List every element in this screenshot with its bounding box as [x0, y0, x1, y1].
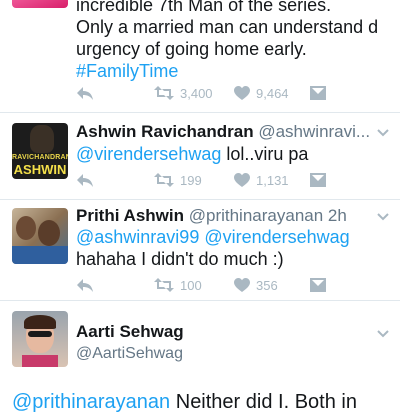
tweet-text: @prithinarayanan Neither did I. Both in: [12, 391, 357, 413]
reply-button[interactable]: [76, 170, 94, 190]
tweet-text: @ashwinravi99 @virendersehwag hahaha I d…: [76, 227, 350, 269]
chevron-down-icon[interactable]: [376, 327, 390, 341]
reply-icon: [77, 87, 93, 100]
display-name[interactable]: Aarti Sehwag: [76, 322, 184, 341]
display-name-row: Aarti Sehwag: [76, 321, 370, 343]
tweet-2[interactable]: RAVICHANDRAN ASHWIN Ashwin Ravichandran …: [0, 113, 400, 199]
chevron-down-icon[interactable]: [376, 210, 390, 224]
like-button[interactable]: 356: [234, 275, 278, 295]
like-button[interactable]: 1,131: [234, 170, 289, 190]
timestamp: 2h: [327, 206, 347, 225]
mention-link[interactable]: @virendersehwag: [76, 144, 221, 164]
heart-icon: [234, 172, 250, 187]
heart-icon: [234, 85, 250, 100]
retweet-icon: [154, 278, 174, 292]
retweet-icon: [154, 86, 174, 100]
avatar[interactable]: [12, 208, 68, 264]
envelope-icon: [310, 278, 326, 292]
avatar[interactable]: RAVICHANDRAN ASHWIN: [12, 123, 68, 179]
handle-row: @AartiSehwag: [76, 343, 370, 365]
dm-button[interactable]: [310, 170, 326, 190]
reply-button[interactable]: [76, 83, 94, 103]
retweet-count: 199: [180, 172, 202, 188]
reply-button[interactable]: [76, 275, 94, 295]
avatar-caption: ASHWIN: [13, 162, 67, 177]
avatar[interactable]: [12, 0, 68, 8]
retweet-count: 100: [180, 277, 202, 293]
retweet-count: 3,400: [180, 85, 213, 101]
display-name[interactable]: Ashwin Ravichandran: [76, 122, 254, 141]
tweet-1[interactable]: incredible 7th Man of the series. Only a…: [0, 0, 400, 113]
reply-icon: [77, 174, 93, 187]
dm-button[interactable]: [310, 275, 326, 295]
mention-link[interactable]: @ashwinravi99: [76, 227, 199, 247]
heart-icon: [234, 277, 250, 292]
retweet-button[interactable]: 100: [154, 275, 202, 295]
name-row: Prithi Ashwin @prithinarayanan 2h: [76, 205, 370, 227]
like-button[interactable]: 9,464: [234, 83, 289, 103]
tweet-3[interactable]: Prithi Ashwin @prithinarayanan 2h @ashwi…: [0, 200, 400, 300]
retweet-icon: [154, 173, 174, 187]
reply-icon: [77, 279, 93, 292]
user-handle[interactable]: @ashwinravi...: [258, 122, 370, 141]
like-count: 1,131: [256, 172, 289, 188]
mention-link[interactable]: @virendersehwag: [204, 227, 349, 247]
envelope-icon: [310, 173, 326, 187]
like-count: 9,464: [256, 85, 289, 101]
tweet-text: incredible 7th Man of the series. Only a…: [76, 0, 390, 82]
tweet-text: @virendersehwag lol..viru pa: [76, 144, 309, 164]
avatar[interactable]: [12, 311, 68, 367]
tweet-4[interactable]: Aarti Sehwag @AartiSehwag @prithinarayan…: [0, 301, 400, 413]
user-handle[interactable]: @AartiSehwag: [76, 345, 183, 362]
like-count: 356: [256, 277, 278, 293]
display-name[interactable]: Prithi Ashwin: [76, 206, 184, 225]
chevron-down-icon[interactable]: [376, 126, 390, 140]
retweet-button[interactable]: 3,400: [154, 83, 213, 103]
user-handle[interactable]: @prithinarayanan: [189, 206, 323, 225]
hashtag-link[interactable]: #FamilyTime: [76, 60, 390, 82]
avatar-caption: RAVICHANDRAN: [12, 154, 68, 161]
envelope-icon: [310, 86, 326, 100]
name-row: Ashwin Ravichandran @ashwinravi... 3h: [76, 121, 370, 143]
dm-button[interactable]: [310, 83, 326, 103]
mention-link[interactable]: @prithinarayanan: [12, 391, 170, 413]
retweet-button[interactable]: 199: [154, 170, 202, 190]
